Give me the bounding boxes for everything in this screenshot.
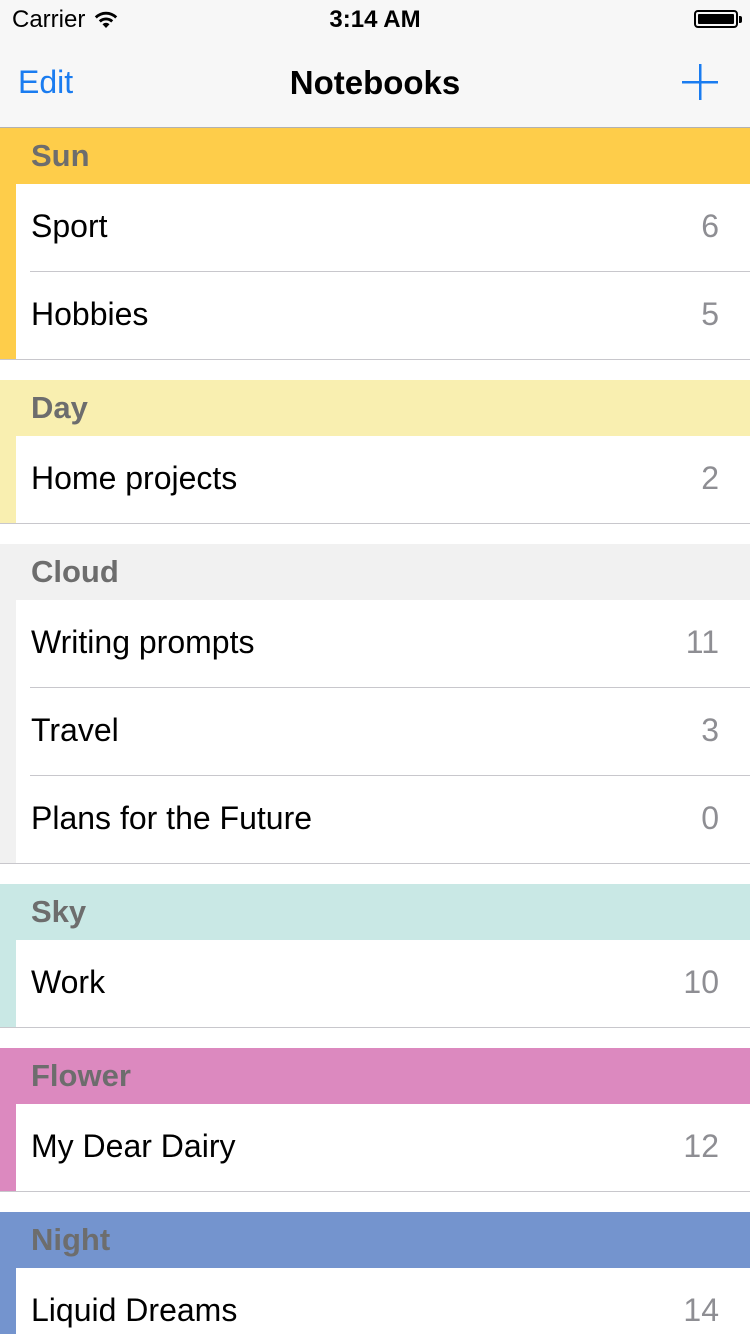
notebook-name: Hobbies (31, 296, 149, 332)
notebook-note-count: 2 (701, 460, 719, 496)
section-header: Cloud (0, 544, 750, 600)
notebook-note-count: 3 (701, 712, 719, 748)
notebook-note-count: 5 (701, 296, 719, 332)
section-title: Sun (31, 138, 90, 173)
row-separator (0, 863, 750, 864)
notebook-note-count: 12 (683, 1128, 719, 1164)
notebook-list: Sun Sport 6 Hobbies 5 Day Home projects 2 Cloud W… (0, 128, 750, 1334)
notebook-note-count: 11 (685, 624, 719, 660)
notebook-section: Cloud Writing prompts 11 Travel 3 Plans for t… (0, 544, 750, 864)
notebook-note-count: 10 (683, 964, 719, 1000)
section-header: Sky (0, 884, 750, 940)
row-separator (0, 1191, 750, 1192)
notebook-section: Sky Work 10 (0, 884, 750, 1028)
navigation-bar: Edit Notebooks (0, 40, 750, 128)
section-header: Day (0, 380, 750, 436)
notebook-name: Home projects (31, 460, 238, 496)
notebook-row[interactable]: Work 10 (0, 940, 750, 1028)
section-header: Flower (0, 1048, 750, 1104)
notebook-section: Night Liquid Dreams 14 (0, 1212, 750, 1334)
plus-icon[interactable] (680, 62, 720, 102)
notebook-name: Liquid Dreams (31, 1292, 238, 1328)
section-title: Cloud (31, 554, 119, 589)
app: Carrier 3:14 AM Edit Notebooks Sun Sport 6… (0, 0, 750, 1334)
section-title: Sky (31, 894, 87, 929)
notebook-name: Writing prompts (31, 624, 255, 660)
section-title: Day (31, 390, 88, 425)
section-title: Night (31, 1222, 111, 1257)
notebook-note-count: 6 (701, 208, 719, 244)
notebook-row[interactable]: Liquid Dreams 14 (16, 1268, 750, 1334)
notebook-name: Travel (31, 712, 119, 748)
notebook-row[interactable]: My Dear Dairy 12 (0, 1104, 750, 1192)
notebook-row[interactable]: Plans for the Future 0 (0, 776, 750, 864)
notebook-name: My Dear Dairy (31, 1128, 236, 1164)
notebook-name: Work (31, 964, 106, 1000)
section-header: Sun (0, 128, 750, 184)
section-header: Night (0, 1212, 750, 1268)
notebook-row[interactable]: Home projects 2 (0, 436, 750, 524)
notebook-note-count: 0 (701, 800, 719, 836)
notebook-section: Flower My Dear Dairy 12 (0, 1048, 750, 1192)
notebook-section: Day Home projects 2 (0, 380, 750, 524)
notebook-note-count: 14 (683, 1292, 719, 1328)
status-time: 3:14 AM (329, 6, 421, 33)
row-separator (0, 523, 750, 524)
notebook-section: Sun Sport 6 Hobbies 5 (0, 128, 750, 360)
notebook-name: Plans for the Future (31, 800, 313, 836)
status-bar: Carrier 3:14 AM (0, 0, 750, 40)
row-separator (0, 359, 750, 360)
notebook-name: Sport (31, 208, 108, 244)
section-title: Flower (31, 1058, 131, 1093)
notebook-row[interactable]: Sport 6 (16, 184, 750, 272)
row-separator (0, 1027, 750, 1028)
notebook-row[interactable]: Writing prompts 11 (16, 600, 750, 688)
battery-icon (694, 10, 742, 28)
notebook-row[interactable]: Hobbies 5 (0, 272, 750, 360)
notebook-row[interactable]: Travel 3 (16, 688, 750, 776)
page-title: Notebooks (289, 64, 461, 101)
